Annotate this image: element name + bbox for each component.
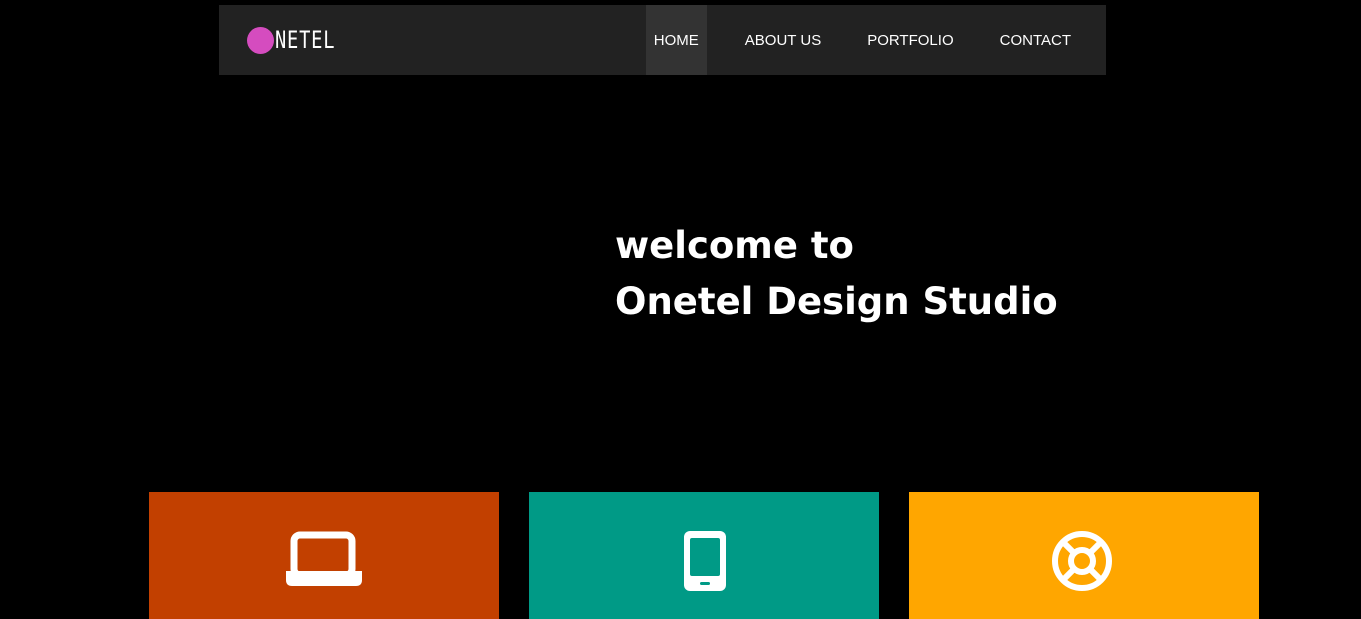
hero: welcome to Onetel Design Studio — [615, 218, 1058, 330]
hero-title-line-2: Onetel Design Studio — [615, 280, 1058, 323]
hero-title-line-1: welcome to — [615, 224, 854, 267]
nav-item-portfolio[interactable]: PORTFOLIO — [844, 5, 976, 75]
navbar: NETEL HOME ABOUT US PORTFOLIO CONTACT — [219, 5, 1106, 75]
main-nav: HOME ABOUT US PORTFOLIO CONTACT — [645, 5, 1094, 75]
logo-text: NETEL — [275, 26, 336, 54]
logo-dot-icon — [247, 26, 274, 54]
laptop-icon — [286, 531, 362, 586]
lifebuoy-icon — [1052, 531, 1112, 591]
nav-item-contact[interactable]: CONTACT — [977, 5, 1094, 75]
nav-item-about-us[interactable]: ABOUT US — [722, 5, 844, 75]
feature-tile-mobile[interactable] — [529, 492, 879, 619]
mobile-phone-icon — [684, 531, 726, 591]
logo[interactable]: NETEL — [247, 5, 352, 75]
page: NETEL HOME ABOUT US PORTFOLIO CONTACT we… — [0, 0, 1361, 619]
feature-tile-support[interactable] — [909, 492, 1259, 619]
nav-item-home[interactable]: HOME — [645, 5, 707, 75]
feature-tile-laptop[interactable] — [149, 492, 499, 619]
